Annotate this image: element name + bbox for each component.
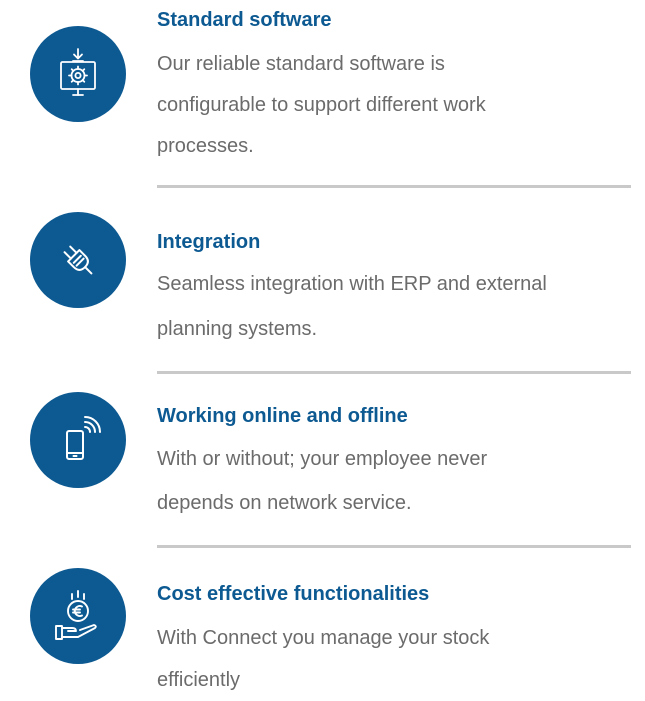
feature-description-line: depends on network service. <box>157 492 412 514</box>
feature-icon-badge <box>30 212 126 308</box>
feature-description-line: Seamless integration with ERP and extern… <box>157 273 547 295</box>
feature-description-line: With Connect you manage your stock <box>157 627 490 649</box>
feature-title: Standard software <box>157 9 332 31</box>
feature-description-line: planning systems. <box>157 318 318 340</box>
divider <box>157 371 631 374</box>
hand-euro-coin-icon <box>55 590 97 640</box>
feature-icon-badge <box>30 568 126 664</box>
monitor-gear-icon <box>60 48 96 96</box>
feature-icon-badge <box>30 392 126 488</box>
feature-title: Cost effective functionalities <box>157 583 430 605</box>
feature-title: Integration <box>157 231 261 253</box>
smartphone-signal-icon <box>66 416 101 460</box>
feature-description-line: configurable to support different work <box>157 94 486 116</box>
feature-title: Working online and offline <box>157 405 408 427</box>
feature-description-line: With or without; your employee never <box>157 448 488 470</box>
feature-description-line: efficiently <box>157 669 241 691</box>
divider <box>157 545 631 548</box>
feature-description-line: Our reliable standard software is <box>157 53 445 75</box>
feature-description-line: processes. <box>157 135 254 157</box>
divider <box>157 185 631 188</box>
feature-icon-badge <box>30 26 126 122</box>
plug-icon <box>63 245 93 275</box>
